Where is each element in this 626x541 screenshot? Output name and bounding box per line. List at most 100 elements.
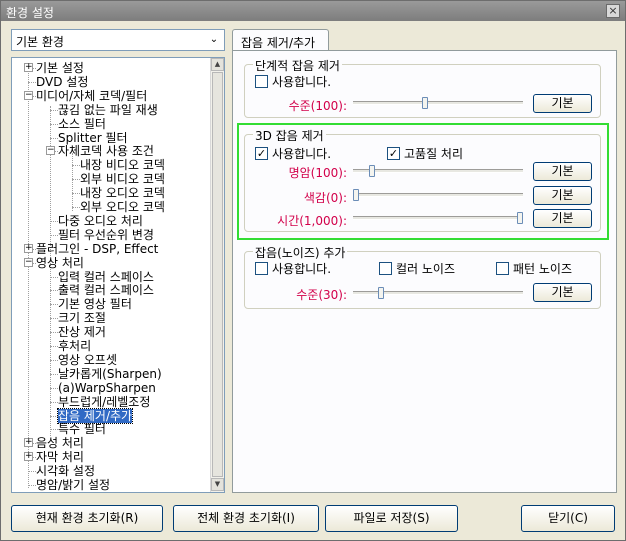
add-level-slider[interactable]	[378, 287, 384, 299]
step-enable-checkbox[interactable]: 사용합니다.	[255, 75, 331, 89]
reset-all-button[interactable]: 전체 환경 초기화(I)	[173, 505, 319, 532]
tree-item[interactable]: 후처리	[58, 339, 91, 353]
tree-item[interactable]: 기본 영상 필터	[58, 297, 132, 311]
tree-item[interactable]: 부드럽게/레벨조정	[58, 395, 150, 409]
tree-item[interactable]: 특수 필터	[58, 422, 106, 436]
3d-luma-slider[interactable]	[369, 165, 375, 177]
tree-item[interactable]: 날카롭게(Sharpen)	[58, 367, 162, 381]
tree-item[interactable]: 시각화 설정	[36, 464, 95, 478]
step-noise-group-title: 단계적 잡음 제거	[253, 57, 342, 74]
add-default-button[interactable]: 기본	[533, 283, 592, 302]
tree-item[interactable]: (a)WarpSharpen	[58, 381, 156, 395]
tree-item[interactable]: 플러그인 - DSP, Effect	[36, 242, 158, 256]
tree-item[interactable]: 음성 처리	[36, 436, 84, 450]
tree-connector	[50, 401, 58, 403]
tree-connector	[50, 346, 58, 347]
tree-item[interactable]: 다중 오디오 처리	[58, 214, 143, 228]
save-to-file-button[interactable]: 파일로 저장(S)	[325, 505, 458, 532]
tree-item[interactable]: 내장 오디오 코덱	[80, 186, 165, 200]
tree-item[interactable]: 영상 처리	[36, 256, 84, 270]
3d-time-slider[interactable]	[517, 212, 523, 224]
tree-connector	[50, 332, 58, 334]
reset-current-button[interactable]: 현재 환경 초기화(R)	[11, 505, 163, 532]
3d-chroma-slider[interactable]	[353, 189, 359, 201]
close-button[interactable]: 닫기(C)	[521, 505, 615, 532]
scroll-down-icon[interactable]: ▼	[211, 478, 224, 491]
settings-tree[interactable]: ▲ ▼ + 기본 설정 DVD 설정 − 미디어/자체 코덱/필터 끊김 없는 파일 재생…	[11, 57, 225, 493]
tree-item[interactable]: 자체코덱 사용 조건	[58, 144, 154, 158]
close-icon[interactable]: ×	[606, 4, 620, 18]
3d-enable-label: 사용합니다.	[272, 147, 332, 161]
step-enable-label: 사용합니다.	[272, 75, 332, 89]
expand-icon[interactable]: +	[24, 452, 33, 462]
tree-item[interactable]: 외부 비디오 코덱	[80, 172, 165, 186]
tree-item[interactable]: 소스 필터	[58, 117, 106, 131]
tree-connector	[50, 123, 58, 125]
tree-item[interactable]: 크기 조절	[58, 311, 106, 325]
3d-chroma-label: 색감(0):	[303, 191, 347, 205]
tree-connector	[50, 109, 58, 111]
checkbox-box[interactable]: ✓	[387, 147, 400, 160]
3d-luma-track	[353, 169, 523, 173]
3d-chroma-default-button[interactable]: 기본	[533, 186, 592, 205]
tree-item[interactable]: 외부 오디오 코덱	[80, 200, 165, 214]
tree-connector	[50, 429, 58, 431]
checkbox-box[interactable]	[255, 262, 268, 275]
tree-item[interactable]: 잡음 제거/추가	[56, 407, 134, 424]
3d-time-label: 시간(1,000):	[277, 214, 347, 228]
tree-connector	[50, 304, 58, 306]
add-noise-group-title: 잡음(노이즈) 추가	[253, 244, 348, 261]
step-level-label: 수준(100):	[288, 99, 347, 113]
pattern-noise-label: 패턴 노이즈	[513, 262, 573, 276]
tree-connector	[28, 81, 36, 83]
scroll-thumb[interactable]	[212, 72, 223, 477]
color-noise-checkbox[interactable]: 컬러 노이즈	[379, 262, 455, 276]
tree-item[interactable]: 끊김 없는 파일 재생	[58, 103, 158, 117]
step-level-slider[interactable]	[422, 97, 428, 109]
tab-noise-label: 잡음 제거/추가	[241, 36, 316, 50]
checkbox-box[interactable]	[379, 262, 392, 275]
tree-item[interactable]: 잔상 제거	[58, 325, 106, 339]
chevron-down-icon[interactable]: ⌄	[207, 33, 221, 47]
tree-scrollbar[interactable]: ▲ ▼	[210, 58, 224, 492]
3d-enable-checkbox[interactable]: ✓ 사용합니다.	[255, 147, 331, 161]
title-bar: 환경 설정 ×	[1, 1, 625, 21]
pattern-noise-checkbox[interactable]: 패턴 노이즈	[496, 262, 572, 276]
expand-icon[interactable]: +	[24, 438, 33, 448]
collapse-icon[interactable]: −	[24, 257, 33, 267]
tree-item[interactable]: 미디어/자체 코덱/필터	[36, 89, 147, 103]
tree-connector	[50, 137, 58, 139]
checkbox-box[interactable]	[255, 75, 268, 88]
tree-item[interactable]: 명암/밝기 설정	[36, 478, 110, 492]
step-default-button[interactable]: 기본	[533, 94, 592, 113]
collapse-icon[interactable]: −	[46, 146, 55, 156]
tree-item[interactable]: 자막 처리	[36, 450, 84, 464]
tree-item[interactable]: 필터 우선순위 변경	[58, 228, 154, 242]
scroll-up-icon[interactable]: ▲	[211, 58, 224, 71]
collapse-icon[interactable]: −	[24, 90, 33, 100]
tree-guide-line	[72, 153, 73, 211]
tree-item[interactable]: 출력 컬러 스페이스	[58, 283, 154, 297]
3d-luma-default-button[interactable]: 기본	[533, 162, 592, 181]
tree-item[interactable]: DVD 설정	[36, 75, 88, 89]
expand-icon[interactable]: +	[24, 243, 33, 253]
tree-item[interactable]: 내장 비디오 코덱	[80, 158, 165, 172]
high-quality-checkbox[interactable]: ✓ 고품질 처리	[387, 147, 463, 161]
expand-icon[interactable]: +	[24, 63, 33, 72]
tree-item[interactable]: Splitter 필터	[58, 131, 128, 145]
tree-connector	[50, 373, 58, 375]
checkbox-box[interactable]	[496, 262, 509, 275]
add-enable-checkbox[interactable]: 사용합니다.	[255, 262, 331, 276]
tree-item[interactable]: 입력 컬러 스페이스	[58, 270, 154, 284]
step-level-track	[353, 101, 523, 105]
3d-noise-group-title: 3D 잡음 제거	[253, 127, 326, 144]
category-select[interactable]: 기본 환경 ⌄	[11, 29, 225, 51]
3d-time-default-button[interactable]: 기본	[533, 209, 592, 228]
tree-connector	[50, 387, 58, 389]
tree-connector	[72, 207, 80, 208]
checkbox-box[interactable]: ✓	[255, 147, 268, 160]
3d-chroma-track	[353, 193, 523, 197]
tree-item[interactable]: 기본 설정	[36, 61, 84, 75]
tree-item[interactable]: 영상 오프셋	[58, 353, 117, 367]
tab-noise[interactable]: 잡음 제거/추가	[232, 29, 329, 51]
